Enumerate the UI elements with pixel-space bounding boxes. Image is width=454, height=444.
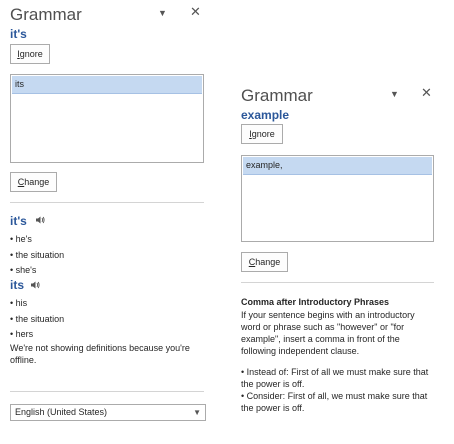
suggestions-list[interactable]: its [10,74,204,163]
change-button[interactable]: Change [10,172,57,192]
synonym-item: • he's [10,234,32,244]
divider [10,202,204,203]
synonym-item: • hers [10,329,34,339]
synonym-item: • she's [10,265,37,275]
definition-word: it's [10,214,27,228]
change-button[interactable]: Change [241,252,288,272]
chevron-down-icon[interactable]: ▼ [390,89,399,99]
synonym-item: • the situation [10,314,65,324]
suggestion-item[interactable]: its [12,76,202,94]
speaker-icon[interactable] [30,280,40,290]
definition-word: its [10,278,25,292]
dropdown-arrow-icon: ▼ [193,408,201,417]
offline-note: We're not showing definitions because yo… [10,343,190,365]
example-item: • Consider: First of all, we must make s… [241,391,428,413]
close-icon[interactable]: ✕ [190,4,201,20]
ignore-button[interactable]: Ignore [241,124,283,144]
synonym-item: • the situation [10,250,65,260]
ignore-button[interactable]: Ignore [10,44,50,64]
explanation-body: If your sentence begins with an introduc… [241,310,415,356]
chevron-down-icon[interactable]: ▼ [158,8,167,18]
flagged-word: it's [10,27,27,41]
explanation-title: Comma after Introductory Phrases [241,297,390,307]
speaker-icon[interactable] [35,215,45,225]
divider [10,391,204,392]
close-icon[interactable]: ✕ [421,85,432,101]
language-select-value: English (United States) [15,407,108,417]
language-select[interactable]: English (United States) ▼ [10,404,206,421]
example-item: • Instead of: First of all we must make … [241,367,429,389]
suggestion-item[interactable]: example, [243,157,432,175]
pane-title: Grammar [241,86,313,105]
divider [241,282,434,283]
synonym-item: • his [10,298,28,308]
flagged-word: example [241,108,290,122]
pane-title: Grammar [10,5,82,24]
suggestions-list[interactable]: example, [241,155,434,242]
